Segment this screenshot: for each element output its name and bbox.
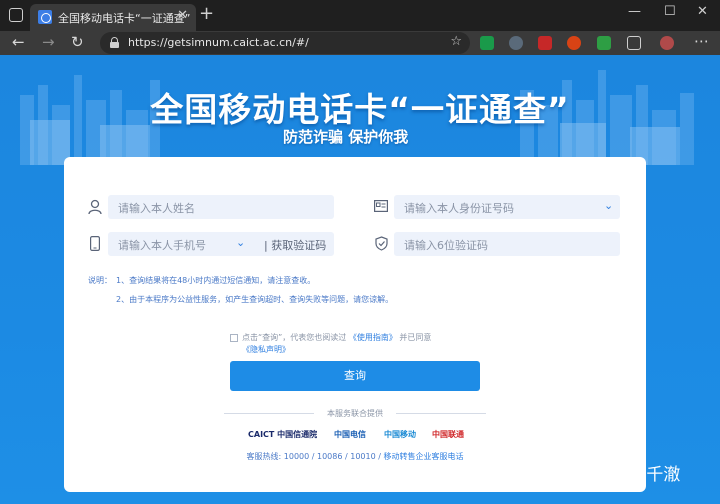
id-number-input[interactable]: 请输入本人身份证号码 ⌄ — [394, 195, 620, 219]
favorite-star-icon[interactable]: ☆ — [450, 34, 462, 49]
page-title: 全国移动电话卡“一证通查” — [150, 90, 570, 129]
providers-heading: 本服务联合提供 — [327, 409, 383, 418]
get-code-button[interactable]: | 获取验证码 — [264, 237, 326, 253]
usage-guide-link[interactable]: 《使用指南》 — [349, 333, 397, 342]
reload-icon[interactable]: ↻ — [71, 33, 84, 51]
tab-close-icon[interactable]: ✕ — [177, 8, 188, 23]
id-card-icon — [374, 200, 388, 212]
adblock-icon[interactable] — [538, 36, 552, 50]
caict-logo: CAICT 中国信通院 — [248, 430, 318, 439]
minimize-button[interactable]: — — [628, 4, 641, 19]
china-unicom-logo: 中国联通 — [432, 430, 464, 439]
extensions-puzzle-icon[interactable] — [627, 36, 641, 50]
new-tab-button[interactable]: + — [199, 3, 214, 24]
shield-icon — [375, 236, 388, 251]
more-menu-icon[interactable]: ⋯ — [694, 32, 709, 50]
site-favicon-icon — [38, 10, 52, 24]
browser-tab-bar: 全国移动电话卡“一证通查” ✕ + — ☐ ✕ — [0, 0, 720, 31]
lock-icon — [110, 37, 119, 48]
phone-input[interactable]: 请输入本人手机号 ⌄ | 获取验证码 — [108, 232, 334, 256]
note-item-2: 2、由于本程序为公益性服务，如产生查询超时、查询失败等问题，请您谅解。 — [116, 295, 394, 304]
name-input[interactable]: 请输入本人姓名 — [108, 195, 334, 219]
name-placeholder: 请输入本人姓名 — [118, 202, 195, 215]
tab-title: 全国移动电话卡“一证通查” — [58, 12, 191, 25]
hotline: 客服热线: 10000 / 10086 / 10010 / 移动转售企业客服电话 — [246, 452, 464, 461]
china-mobile-logo: 中国移动 — [384, 430, 416, 439]
extension-icon[interactable] — [480, 36, 494, 50]
zhihu-watermark: 知乎 @千澈 — [590, 465, 681, 485]
profile-avatar[interactable] — [660, 36, 674, 50]
user-icon — [88, 199, 102, 215]
note-item-1: 1、查询结果将在48小时内通过短信通知，请注意查收。 — [116, 276, 316, 285]
notes-label: 说明： — [88, 276, 112, 285]
agree-checkbox[interactable] — [230, 334, 238, 342]
address-bar[interactable]: https://getsimnum.caict.ac.cn/#/ ☆ — [100, 32, 470, 54]
browser-tab[interactable]: 全国移动电话卡“一证通查” ✕ — [30, 4, 196, 31]
url-text: https://getsimnum.caict.ac.cn/#/ — [128, 36, 309, 49]
tab-actions-icon[interactable] — [9, 8, 23, 22]
phone-placeholder: 请输入本人手机号 — [118, 239, 206, 252]
forward-icon[interactable]: → — [42, 33, 55, 51]
id-number-placeholder: 请输入本人身份证号码 — [404, 202, 514, 215]
extension-icon[interactable] — [509, 36, 523, 50]
page-subtitle: 防范诈骗 保护你我 — [283, 128, 409, 146]
shield-extension-icon[interactable] — [597, 36, 611, 50]
chevron-down-icon[interactable]: ⌄ — [604, 199, 613, 212]
agreement-text: 点击“查询”，代表您也阅读过 《使用指南》 并已同意 — [242, 333, 432, 342]
close-window-button[interactable]: ✕ — [697, 4, 708, 19]
code-placeholder: 请输入6位验证码 — [404, 239, 488, 252]
query-form-card: 请输入本人姓名 请输入本人身份证号码 ⌄ 请输入本人手机号 ⌄ | 获取验证码 — [64, 157, 646, 492]
browser-toolbar: ← → ↻ https://getsimnum.caict.ac.cn/#/ ☆… — [0, 31, 720, 55]
extension-icon[interactable] — [567, 36, 581, 50]
chevron-down-icon[interactable]: ⌄ — [236, 236, 245, 249]
maximize-button[interactable]: ☐ — [664, 4, 676, 19]
china-telecom-logo: 中国电信 — [334, 430, 366, 439]
back-icon[interactable]: ← — [12, 33, 25, 51]
code-input[interactable]: 请输入6位验证码 — [394, 232, 620, 256]
query-button[interactable]: 查询 — [230, 361, 480, 391]
privacy-statement-link[interactable]: 《隐私声明》 — [242, 344, 290, 355]
mvno-hotline-link[interactable]: 移动转售企业客服电话 — [383, 452, 463, 461]
page-content: 全国移动电话卡“一证通查” 防范诈骗 保护你我 请输入本人姓名 请输入本人身份证… — [0, 55, 720, 504]
phone-icon — [90, 236, 100, 251]
